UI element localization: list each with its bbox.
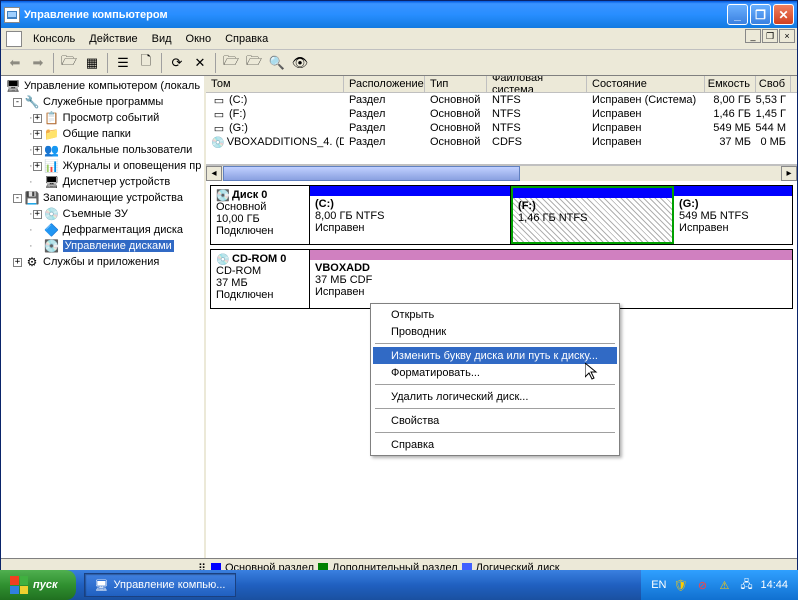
menu-window[interactable]: Окно: [179, 31, 219, 47]
language-indicator[interactable]: EN: [651, 579, 666, 591]
help-icon[interactable]: 👁: [289, 52, 311, 74]
tray-warning-icon[interactable]: ⚠: [716, 577, 732, 593]
find-icon[interactable]: 🔍: [266, 52, 288, 74]
tree-devmgr[interactable]: ·🖥Диспетчер устройств: [1, 174, 204, 190]
up-icon[interactable]: 🗁: [58, 52, 80, 74]
app-icon: 🖥: [95, 579, 109, 592]
col-free[interactable]: Своб: [756, 76, 791, 92]
tray-shield-icon[interactable]: 🛡: [672, 577, 688, 593]
partition-c[interactable]: (C:)8,00 ГБ NTFSИсправен: [310, 186, 511, 244]
window-title: Управление компьютером: [24, 9, 168, 21]
drive-icon: ▭: [211, 108, 227, 120]
cdrom-0[interactable]: 💿CD-ROM 0 CD-ROM37 МБПодключен VBOXADD37…: [210, 249, 793, 309]
ctx-help[interactable]: Справка: [373, 436, 617, 453]
volume-row[interactable]: ▭(G:)РазделОсновнойNTFSИсправен549 МБ544…: [206, 121, 797, 135]
menu-console[interactable]: Консоль: [26, 31, 82, 47]
partition-f[interactable]: (F:)1,46 ГБ NTFS: [511, 186, 674, 244]
col-volume[interactable]: Том: [206, 76, 344, 92]
tray-block-icon[interactable]: ⊘: [694, 577, 710, 593]
toolbar: ⬅ ➡ 🗁 ▦ ☰ 🗋 ⟳ ✕ 🗁 🗁 🔍 👁: [1, 50, 797, 76]
mdi-close[interactable]: ×: [779, 29, 795, 43]
volume-row[interactable]: 💿VBOXADDITIONS_4. (D:)РазделОсновнойCDFS…: [206, 135, 797, 149]
export-icon[interactable]: 🗁: [220, 52, 242, 74]
volume-row[interactable]: ▭(F:)РазделОсновнойNTFSИсправен1,46 ГБ1,…: [206, 107, 797, 121]
partition-g[interactable]: (G:)549 МБ NTFSИсправен: [674, 186, 792, 244]
system-menu-icon[interactable]: [6, 31, 22, 47]
tree-storage[interactable]: -💾Запоминающие устройства: [1, 190, 204, 206]
menu-action[interactable]: Действие: [82, 31, 144, 47]
volume-hscroll[interactable]: ◂▸: [206, 165, 797, 181]
back-icon: ⬅: [4, 52, 26, 74]
tree-root[interactable]: 🖥Управление компьютером (локаль: [1, 78, 204, 94]
clock[interactable]: 14:44: [760, 579, 788, 591]
settings-icon[interactable]: 🗁: [243, 52, 265, 74]
ctx-open[interactable]: Открыть: [373, 306, 617, 323]
ctx-delete[interactable]: Удалить логический диск...: [373, 388, 617, 405]
tray-network-icon[interactable]: 🖧: [738, 577, 754, 593]
col-location[interactable]: Расположение: [344, 76, 425, 92]
col-capacity[interactable]: Емкость: [705, 76, 756, 92]
menubar: Консоль Действие Вид Окно Справка _ ❐ ×: [1, 28, 797, 50]
menu-view[interactable]: Вид: [145, 31, 179, 47]
maximize-button[interactable]: ❐: [750, 4, 771, 25]
ctx-format[interactable]: Форматировать...: [373, 364, 617, 381]
scroll-thumb[interactable]: [223, 166, 520, 181]
tree-util[interactable]: -🔧Служебные программы: [1, 94, 204, 110]
drive-icon: ▭: [211, 122, 227, 134]
titlebar[interactable]: Управление компьютером _ ❐ ✕: [1, 1, 797, 28]
context-menu: Открыть Проводник Изменить букву диска и…: [370, 303, 620, 456]
scroll-left-icon[interactable]: ◂: [206, 166, 222, 181]
tree-events[interactable]: ·+📋Просмотр событий: [1, 110, 204, 126]
volume-row[interactable]: ▭(C:)РазделОсновнойNTFSИсправен (Система…: [206, 93, 797, 107]
tree-view[interactable]: 🖥Управление компьютером (локаль -🔧Служеб…: [1, 76, 206, 576]
volume-list[interactable]: ▭(C:)РазделОсновнойNTFSИсправен (Система…: [206, 93, 797, 165]
col-filesystem[interactable]: Файловая система: [487, 76, 587, 92]
cd-icon: 💿: [216, 253, 232, 265]
mdi-restore[interactable]: ❐: [762, 29, 778, 43]
cd-icon: 💿: [211, 136, 225, 148]
cdrom-0-info[interactable]: 💿CD-ROM 0 CD-ROM37 МБПодключен: [211, 250, 310, 308]
tree-icon[interactable]: 🗋: [135, 52, 157, 74]
start-button[interactable]: пуск: [0, 570, 76, 600]
windows-logo-icon: [10, 576, 28, 594]
tree-users[interactable]: ·+👥Локальные пользователи: [1, 142, 204, 158]
volume-list-header: Том Расположение Тип Файловая система Со…: [206, 76, 797, 93]
close-button[interactable]: ✕: [773, 4, 794, 25]
mdi-minimize[interactable]: _: [745, 29, 761, 43]
show-hide-icon[interactable]: ▦: [81, 52, 103, 74]
main-window: Управление компьютером _ ❐ ✕ Консоль Дей…: [0, 0, 798, 577]
disk-icon: 💽: [216, 189, 232, 201]
ctx-change-drive-letter[interactable]: Изменить букву диска или путь к диску...: [373, 347, 617, 364]
taskbar: пуск 🖥Управление компью... EN 🛡 ⊘ ⚠ 🖧 14…: [0, 570, 798, 600]
forward-icon: ➡: [27, 52, 49, 74]
col-type[interactable]: Тип: [425, 76, 487, 92]
col-state[interactable]: Состояние: [587, 76, 705, 92]
taskbar-item[interactable]: 🖥Управление компью...: [84, 573, 237, 597]
partition-cdrom[interactable]: VBOXADD37 МБ CDFИсправен: [310, 250, 792, 308]
drive-icon: ▭: [211, 94, 227, 106]
disk-0[interactable]: 💽Диск 0 Основной10,00 ГБПодключен (C:)8,…: [210, 185, 793, 245]
refresh-icon[interactable]: ⟳: [166, 52, 188, 74]
tree-folders[interactable]: ·+📁Общие папки: [1, 126, 204, 142]
ctx-explorer[interactable]: Проводник: [373, 323, 617, 340]
properties-icon[interactable]: ☰: [112, 52, 134, 74]
tree-removable[interactable]: ·+💿Съемные ЗУ: [1, 206, 204, 222]
scroll-right-icon[interactable]: ▸: [781, 166, 797, 181]
tree-defrag[interactable]: ·🔷Дефрагментация диска: [1, 222, 204, 238]
tree-journals[interactable]: ·+📊Журналы и оповещения пр: [1, 158, 204, 174]
delete-icon[interactable]: ✕: [189, 52, 211, 74]
system-tray[interactable]: EN 🛡 ⊘ ⚠ 🖧 14:44: [641, 570, 798, 600]
disk-0-info[interactable]: 💽Диск 0 Основной10,00 ГБПодключен: [211, 186, 310, 244]
ctx-properties[interactable]: Свойства: [373, 412, 617, 429]
app-icon: [4, 7, 20, 23]
tree-services[interactable]: +⚙Службы и приложения: [1, 254, 204, 270]
menu-help[interactable]: Справка: [218, 31, 275, 47]
minimize-button[interactable]: _: [727, 4, 748, 25]
tree-diskmgmt[interactable]: ·💽Управление дисками: [1, 238, 204, 254]
